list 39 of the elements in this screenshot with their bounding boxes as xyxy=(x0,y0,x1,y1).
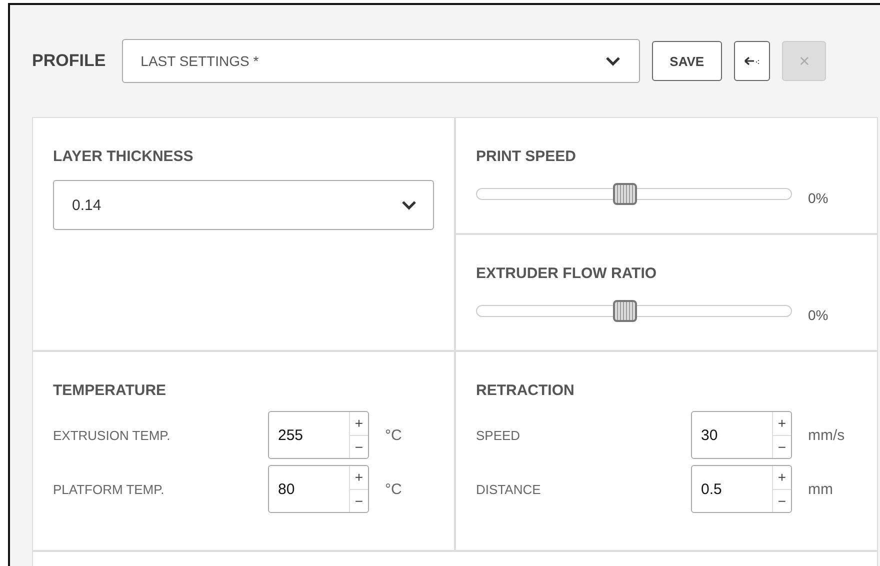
section-title: EXTRUDER FLOW RATIO xyxy=(476,265,657,282)
back-button[interactable] xyxy=(734,41,770,81)
slider-thumb[interactable] xyxy=(612,300,637,322)
profile-dropdown[interactable]: LAST SETTINGS * xyxy=(122,39,640,83)
field-label: PLATFORM TEMP. xyxy=(53,482,166,496)
increment-button[interactable]: + xyxy=(773,466,791,488)
arrow-left-icon xyxy=(744,56,760,66)
section-title: PRINT SPEED xyxy=(476,148,576,165)
decrement-button[interactable]: − xyxy=(350,434,368,458)
decrement-button[interactable]: − xyxy=(773,434,791,458)
profile-label: PROFILE xyxy=(32,51,106,71)
field-label: EXTRUSION TEMP. xyxy=(53,428,172,442)
unit-label: mm/s xyxy=(808,426,845,444)
decrement-button[interactable]: − xyxy=(773,488,791,512)
number-field[interactable]: 0.5 + − xyxy=(691,465,792,513)
slider-value: 0% xyxy=(808,307,828,323)
number-field[interactable]: 255 + − xyxy=(268,411,369,459)
increment-button[interactable]: + xyxy=(773,412,791,434)
increment-button[interactable]: + xyxy=(350,412,368,434)
slider-track[interactable] xyxy=(476,183,792,205)
unit-label: °C xyxy=(385,480,402,498)
field-label: DISTANCE xyxy=(476,482,542,496)
unit-label: °C xyxy=(385,426,402,444)
chevron-down-icon xyxy=(604,56,621,66)
number-field[interactable]: 80 + − xyxy=(268,465,369,513)
save-button[interactable]: SAVE xyxy=(652,41,722,81)
section-title: LAYER THICKNESS xyxy=(53,148,194,165)
layer-thickness-dropdown[interactable]: 0.14 xyxy=(53,180,434,230)
field-label: SPEED xyxy=(476,428,522,442)
number-field[interactable]: 30 + − xyxy=(691,411,792,459)
decrement-button[interactable]: − xyxy=(350,488,368,512)
slider-thumb[interactable] xyxy=(612,183,637,205)
unit-label: mm xyxy=(808,480,833,498)
slider-track[interactable] xyxy=(476,300,792,322)
slider-value: 0% xyxy=(808,190,828,206)
section-title: RETRACTION xyxy=(476,382,574,399)
section-title: TEMPERATURE xyxy=(53,382,166,399)
increment-button[interactable]: + xyxy=(350,466,368,488)
chevron-down-icon xyxy=(401,200,417,210)
